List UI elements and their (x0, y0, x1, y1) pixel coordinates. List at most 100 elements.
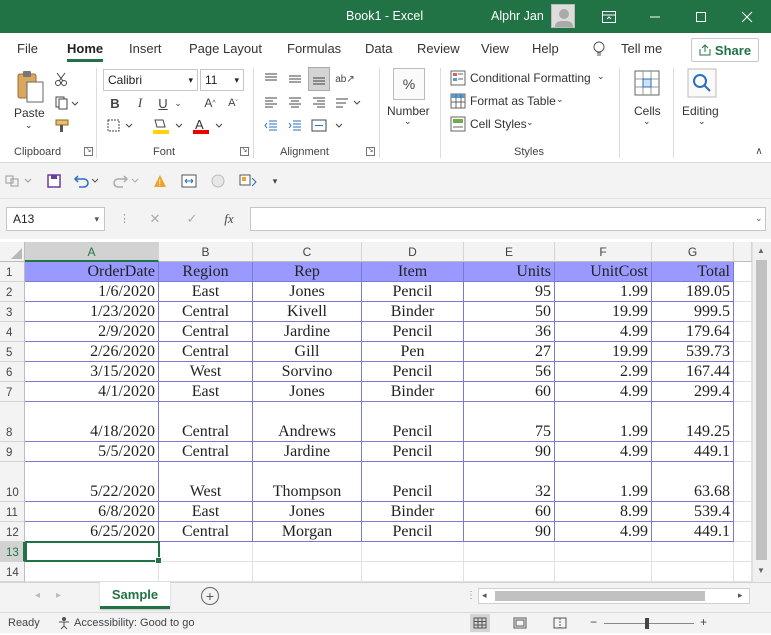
row-header[interactable]: 9 (0, 442, 25, 462)
collapse-ribbon-icon[interactable]: ∧ (752, 144, 766, 158)
cut-icon[interactable] (52, 70, 70, 88)
vertical-scrollbar[interactable]: ▲ ▼ (752, 242, 771, 582)
table-cell[interactable]: 149.25 (652, 402, 734, 442)
table-cell[interactable]: 32 (464, 462, 555, 502)
table-cell[interactable]: Pencil (362, 322, 464, 342)
ribbon-display-icon[interactable] (586, 0, 632, 33)
table-cell[interactable]: 179.64 (652, 322, 734, 342)
table-cell[interactable]: West (159, 362, 253, 382)
column-header[interactable]: B (159, 242, 253, 262)
table-cell[interactable]: Kivell (253, 302, 362, 322)
normal-view-icon[interactable] (470, 614, 490, 632)
table-cell[interactable]: 6/8/2020 (25, 502, 159, 522)
tab-home[interactable]: Home (67, 41, 104, 62)
table-header-cell[interactable]: Item (362, 262, 464, 282)
copy-icon[interactable] (52, 94, 82, 112)
tab-page-layout[interactable]: Page Layout (189, 41, 262, 56)
empty-cell[interactable] (464, 542, 555, 562)
row-header[interactable]: 10 (0, 462, 25, 502)
table-cell[interactable]: 449.1 (652, 522, 734, 542)
empty-cell[interactable] (362, 542, 464, 562)
align-left-icon[interactable] (262, 94, 280, 112)
paste-button[interactable]: Paste ⌄ (12, 70, 48, 132)
record-icon[interactable] (209, 172, 227, 190)
page-break-view-icon[interactable] (550, 614, 570, 632)
empty-cell[interactable] (464, 562, 555, 582)
empty-cell[interactable] (734, 382, 752, 402)
table-cell[interactable]: 539.4 (652, 502, 734, 522)
table-cell[interactable]: Pencil (362, 522, 464, 542)
scroll-right-icon[interactable]: ▸ (738, 590, 743, 601)
zoom-in-icon[interactable]: + (700, 615, 707, 629)
tab-review[interactable]: Review (417, 41, 460, 56)
underline-button[interactable]: U (154, 94, 172, 112)
expand-formula-icon[interactable]: ⌄ (755, 213, 763, 224)
column-header[interactable]: F (555, 242, 652, 262)
table-header-cell[interactable]: Units (464, 262, 555, 282)
select-all-corner[interactable] (0, 242, 25, 262)
table-cell[interactable]: 36 (464, 322, 555, 342)
table-cell[interactable]: 60 (464, 502, 555, 522)
table-cell[interactable]: 3/15/2020 (25, 362, 159, 382)
tab-data[interactable]: Data (365, 41, 392, 56)
chevron-down-icon[interactable]: ⌄ (172, 94, 184, 112)
scroll-down-icon[interactable]: ▼ (757, 566, 765, 575)
table-cell[interactable]: Central (159, 442, 253, 462)
table-cell[interactable]: 1.99 (555, 462, 652, 502)
column-header[interactable]: G (652, 242, 734, 262)
table-cell[interactable]: Pencil (362, 462, 464, 502)
formula-input[interactable] (250, 207, 766, 231)
row-header[interactable]: 6 (0, 362, 25, 382)
table-cell[interactable]: 2/9/2020 (25, 322, 159, 342)
empty-cell[interactable] (734, 562, 752, 582)
tab-view[interactable]: View (481, 41, 509, 56)
tab-help[interactable]: Help (532, 41, 559, 56)
cells-button[interactable]: Cells ⌄ (627, 66, 667, 132)
format-as-table-button[interactable]: Format as Table ⌄ (450, 93, 570, 111)
table-cell[interactable]: Jardine (253, 442, 362, 462)
increase-font-icon[interactable]: A ^ (200, 94, 220, 112)
font-color-icon[interactable]: A (190, 116, 226, 136)
table-cell[interactable]: Gill (253, 342, 362, 362)
empty-cell[interactable] (652, 562, 734, 582)
empty-cell[interactable] (734, 362, 752, 382)
table-header-cell[interactable]: UnitCost (555, 262, 652, 282)
empty-cell[interactable] (734, 322, 752, 342)
editing-button[interactable]: Editing ⌄ (679, 66, 725, 132)
row-header[interactable]: 7 (0, 382, 25, 402)
empty-cell[interactable] (734, 282, 752, 302)
table-cell[interactable]: West (159, 462, 253, 502)
sheet-prev-icon[interactable]: ◂ (35, 590, 40, 601)
row-header[interactable]: 5 (0, 342, 25, 362)
table-cell[interactable]: 167.44 (652, 362, 734, 382)
zoom-out-icon[interactable]: − (590, 615, 597, 629)
warning-icon[interactable]: ! (151, 172, 169, 190)
table-cell[interactable]: 299.4 (652, 382, 734, 402)
table-cell[interactable]: 1.99 (555, 402, 652, 442)
table-cell[interactable]: Central (159, 522, 253, 542)
avatar[interactable] (551, 4, 575, 28)
table-cell[interactable]: 999.5 (652, 302, 734, 322)
table-cell[interactable]: 6/25/2020 (25, 522, 159, 542)
table-cell[interactable]: 4.99 (555, 382, 652, 402)
table-cell[interactable]: Andrews (253, 402, 362, 442)
number-format-button[interactable]: % Number ⌄ (386, 66, 434, 132)
table-cell[interactable]: 449.1 (652, 442, 734, 462)
empty-cell[interactable] (734, 522, 752, 542)
table-header-cell[interactable]: Region (159, 262, 253, 282)
align-right-icon[interactable] (310, 94, 328, 112)
name-box[interactable]: A13 ▾ (6, 207, 105, 231)
table-cell[interactable]: 95 (464, 282, 555, 302)
align-middle-icon[interactable] (286, 70, 304, 88)
table-header-cell[interactable]: OrderDate (25, 262, 159, 282)
row-header[interactable]: 13 (0, 542, 25, 562)
table-cell[interactable]: 27 (464, 342, 555, 362)
vertical-scroll-thumb[interactable] (756, 260, 767, 560)
table-cell[interactable]: Central (159, 322, 253, 342)
table-header-cell[interactable]: Total (652, 262, 734, 282)
empty-cell[interactable] (734, 442, 752, 462)
tab-file[interactable]: File (17, 41, 38, 56)
user-name[interactable]: Alphr Jan (491, 9, 544, 23)
column-header[interactable]: A (25, 242, 159, 262)
table-cell[interactable]: Binder (362, 302, 464, 322)
